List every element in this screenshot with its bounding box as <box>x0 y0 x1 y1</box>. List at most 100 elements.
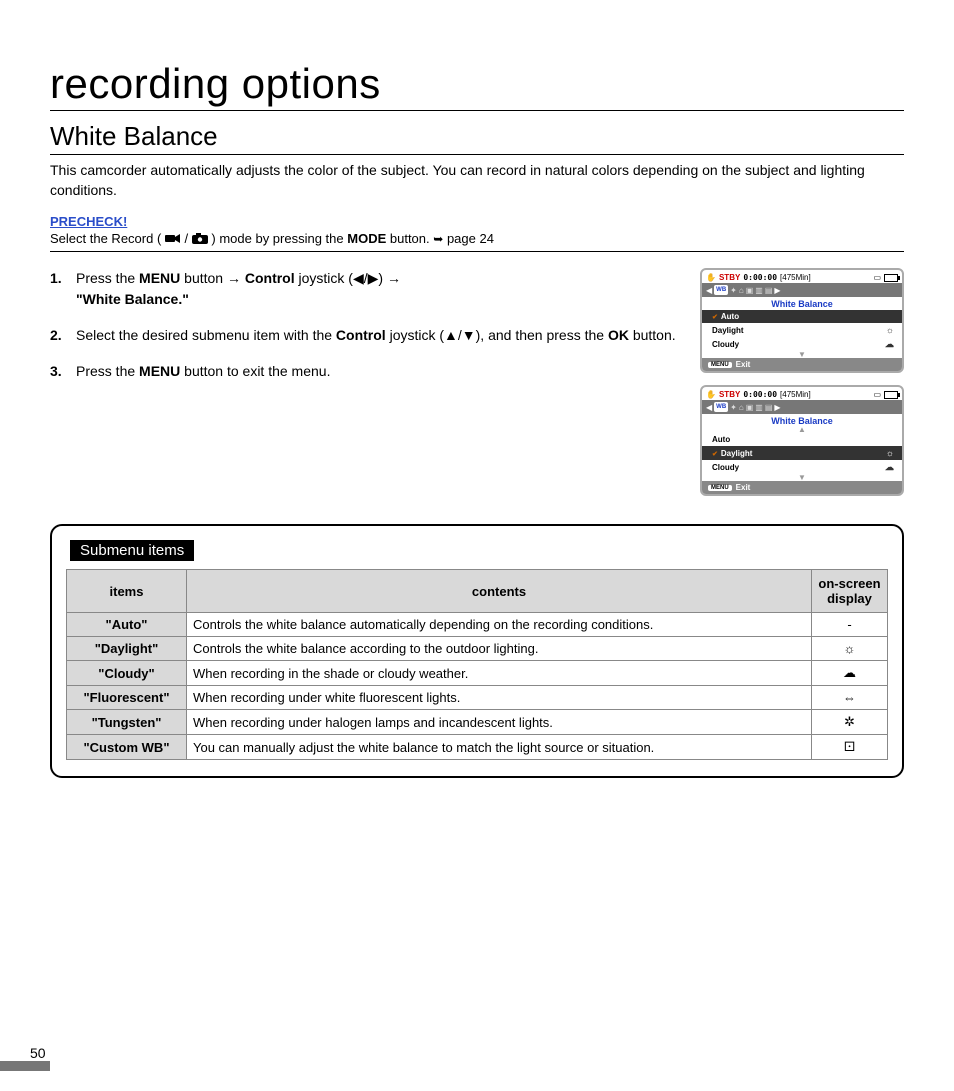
table-row: "Tungsten" When recording under halogen … <box>67 710 888 735</box>
precheck-prefix: Select the Record ( <box>50 231 161 246</box>
row-icon: ✲ <box>812 710 888 735</box>
menu-item-auto: ✔Auto <box>702 310 902 323</box>
steps-list: Press the MENU button → Control joystick… <box>50 268 682 397</box>
camcorder-screen-2: ✋ STBY 0:00:00 [475Min] ▭ ◀ WB ✦ ⌂ ▣ ▥ ▤… <box>700 385 904 496</box>
battery-icon <box>884 391 898 399</box>
step-2-a: Select the desired submenu item with the <box>76 327 336 343</box>
ok-button-label: OK <box>608 327 629 343</box>
page-ref: page 24 <box>447 231 494 246</box>
intro-text: This camcorder automatically adjusts the… <box>50 161 904 200</box>
camcorder-screen-1: ✋ STBY 0:00:00 [475Min] ▭ ◀ WB ✦ ⌂ ▣ ▥ ▤… <box>700 268 904 373</box>
tab-icon: ▣ <box>746 286 754 295</box>
row-icon: - <box>812 613 888 637</box>
step-2: Select the desired submenu item with the… <box>50 325 682 345</box>
stby-label: STBY <box>719 273 740 282</box>
row-content: Controls the white balance according to … <box>187 637 812 661</box>
check-icon: ✔ <box>712 451 718 458</box>
step-1-b: button → <box>180 270 245 286</box>
row-icon: ☁ <box>812 661 888 686</box>
page-number: 50 <box>30 1045 46 1061</box>
cloudy-icon: ☁ <box>885 462 894 473</box>
tab-icon: ▤ <box>765 286 773 295</box>
menu-item-daylight: ✔Daylight ☼ <box>702 446 902 460</box>
video-mode-icon <box>165 232 181 247</box>
step-3-a: Press the <box>76 363 139 379</box>
screen-2-status: ✋ STBY 0:00:00 [475Min] ▭ <box>702 387 902 400</box>
tab-right-icon: ▶ <box>774 403 780 412</box>
control-label-2: Control <box>336 327 386 343</box>
menu-cloudy-label: Cloudy <box>712 463 739 472</box>
table-row: "Fluorescent" When recording under white… <box>67 686 888 710</box>
menu-softkey: MENU <box>708 485 732 491</box>
photo-mode-icon <box>192 232 208 247</box>
cloudy-icon: ☁ <box>885 339 894 350</box>
row-item: "Custom WB" <box>67 735 187 760</box>
mode-button-label: MODE <box>347 231 386 246</box>
table-row: "Custom WB" You can manually adjust the … <box>67 735 888 760</box>
exit-label: Exit <box>736 360 751 369</box>
remain-label: [475Min] <box>780 273 811 282</box>
tab-icon: ⌂ <box>739 286 744 295</box>
page-number-bar <box>0 1061 50 1071</box>
row-icon: ⚀ <box>812 735 888 760</box>
battery-icon <box>884 274 898 282</box>
submenu-label: Submenu items <box>70 540 194 561</box>
step-1-c: joystick (◀/▶) → <box>295 270 401 286</box>
screen-1-tabs: ◀ WB ✦ ⌂ ▣ ▥ ▤ ▶ <box>702 283 902 297</box>
row-item: "Cloudy" <box>67 661 187 686</box>
screen-1-status: ✋ STBY 0:00:00 [475Min] ▭ <box>702 270 902 283</box>
time-label: 0:00:00 <box>743 273 777 282</box>
section-title: White Balance <box>50 121 904 155</box>
tab-left-icon: ◀ <box>706 403 712 412</box>
menu-cloudy-label: Cloudy <box>712 340 739 349</box>
col-items: items <box>67 570 187 613</box>
row-icon: ⇔ <box>812 686 888 710</box>
menu-button-label: MENU <box>139 270 180 286</box>
row-item: "Tungsten" <box>67 710 187 735</box>
col-display: on-screen display <box>812 570 888 613</box>
page-title: recording options <box>50 60 904 111</box>
check-icon: ✔ <box>712 314 718 321</box>
wb-tab: WB <box>714 402 728 412</box>
menu-softkey: MENU <box>708 362 732 368</box>
tab-left-icon: ◀ <box>706 286 712 295</box>
table-row: "Auto" Controls the white balance automa… <box>67 613 888 637</box>
row-item: "Auto" <box>67 613 187 637</box>
step-1: Press the MENU button → Control joystick… <box>50 268 682 309</box>
step-1-a: Press the <box>76 270 139 286</box>
menu-daylight-label: Daylight <box>721 449 753 458</box>
table-row: "Cloudy" When recording in the shade or … <box>67 661 888 686</box>
tab-right-icon: ▶ <box>774 286 780 295</box>
daylight-icon: ☼ <box>886 325 894 335</box>
submenu-table: items contents on-screen display "Auto" … <box>66 569 888 760</box>
tab-icon: ✦ <box>730 403 737 412</box>
time-label: 0:00:00 <box>743 390 777 399</box>
ref-arrow-icon: ➥ <box>433 232 443 246</box>
submenu-block: Submenu items items contents on-screen d… <box>50 524 904 778</box>
step-2-c: button. <box>629 327 676 343</box>
hand-icon: ✋ <box>706 390 716 399</box>
row-icon: ☼ <box>812 637 888 661</box>
step-3: Press the MENU button to exit the menu. <box>50 361 682 381</box>
row-item: "Fluorescent" <box>67 686 187 710</box>
precheck-suffix-a: ) mode by pressing the <box>211 231 347 246</box>
tab-icon: ▤ <box>765 403 773 412</box>
menu-item-daylight: Daylight ☼ <box>702 323 902 337</box>
table-row: "Daylight" Controls the white balance ac… <box>67 637 888 661</box>
screen-1-menu: ✔Auto Daylight ☼ Cloudy ☁ <box>702 310 902 352</box>
card-icon: ▭ <box>873 273 881 282</box>
step-2-b: joystick (▲/▼), and then press the <box>386 327 608 343</box>
row-content: When recording in the shade or cloudy we… <box>187 661 812 686</box>
row-content: You can manually adjust the white balanc… <box>187 735 812 760</box>
tab-icon: ✦ <box>730 286 737 295</box>
tab-icon: ▥ <box>755 403 763 412</box>
row-content: Controls the white balance automatically… <box>187 613 812 637</box>
precheck-suffix-b: button. <box>390 231 433 246</box>
card-icon: ▭ <box>873 390 881 399</box>
row-item: "Daylight" <box>67 637 187 661</box>
exit-label: Exit <box>736 483 751 492</box>
screen-1-footer: MENU Exit <box>702 358 902 371</box>
stby-label: STBY <box>719 390 740 399</box>
tab-icon: ⌂ <box>739 403 744 412</box>
tab-icon: ▣ <box>746 403 754 412</box>
